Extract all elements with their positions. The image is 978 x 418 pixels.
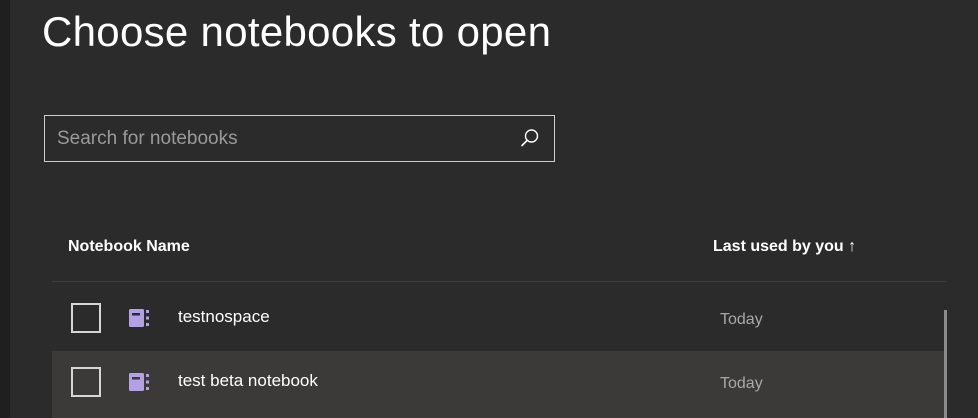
table-row[interactable]: test beta notebook Today <box>52 351 946 418</box>
notebook-icon <box>129 373 149 391</box>
row-checkbox[interactable] <box>71 303 101 333</box>
left-edge-strip <box>0 0 10 418</box>
table-row[interactable]: testnospace Today <box>52 287 946 350</box>
header-divider <box>52 281 946 282</box>
notebook-icon <box>129 309 149 327</box>
search-box[interactable] <box>44 115 555 162</box>
vertical-scrollbar[interactable] <box>944 310 947 418</box>
notebook-last-used: Today <box>720 311 763 328</box>
choose-notebooks-dialog: Choose notebooks to open Notebook Name L… <box>0 0 978 418</box>
notebook-name: test beta notebook <box>178 371 318 390</box>
column-header-notebook-name[interactable]: Notebook Name <box>68 238 190 256</box>
search-input[interactable] <box>57 116 497 161</box>
table-header: Notebook Name Last used by you ↑ <box>52 226 946 276</box>
notebook-last-used: Today <box>720 375 763 392</box>
page-title: Choose notebooks to open <box>42 8 552 55</box>
notebook-name: testnospace <box>178 307 270 326</box>
column-header-last-used[interactable]: Last used by you ↑ <box>713 238 856 256</box>
row-checkbox[interactable] <box>71 367 101 397</box>
search-icon[interactable] <box>520 128 540 148</box>
